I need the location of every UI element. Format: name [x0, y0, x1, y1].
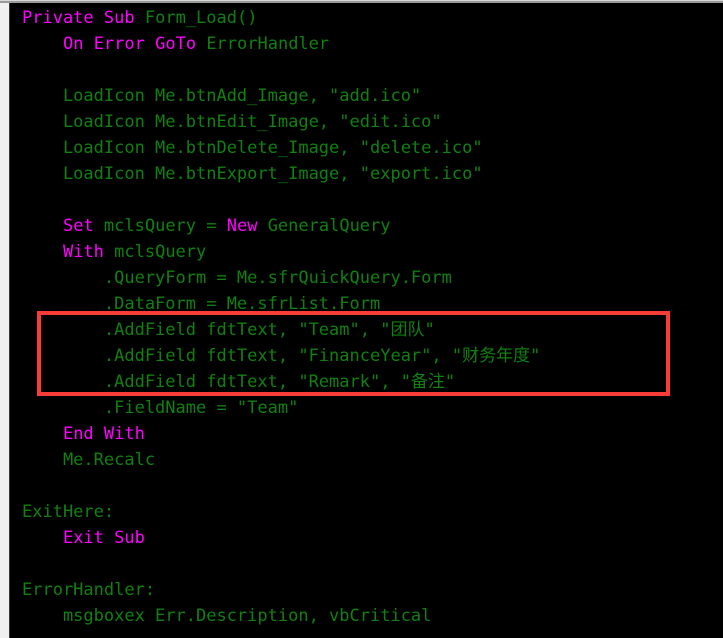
code-token: LoadIcon Me.btnExport_Image, "export.ico… [22, 164, 483, 184]
code-line: LoadIcon Me.btnEdit_Image, "edit.ico" [22, 109, 540, 135]
code-token: .QueryForm = Me.sfrQuickQuery.Form [22, 268, 452, 288]
code-token: .DataForm = Me.sfrList.Form [22, 294, 381, 314]
code-line: .QueryForm = Me.sfrQuickQuery.Form [22, 265, 540, 291]
code-line: End With [22, 421, 540, 447]
code-line: .AddField fdtText, "Team", "团队" [22, 317, 540, 343]
code-token: GoTo [155, 34, 197, 54]
code-line [22, 57, 540, 83]
code-token: .AddField fdtText, "FinanceYear", "财务年度" [22, 346, 541, 366]
code-token: Form_Load() [144, 8, 258, 28]
code-line [22, 187, 540, 213]
code-text-block: Private Sub Form_Load() On Error GoTo Er… [22, 5, 540, 629]
code-token: LoadIcon Me.btnEdit_Image, "edit.ico" [22, 112, 442, 132]
code-line: .AddField fdtText, "Remark", "备注" [22, 369, 540, 395]
code-line: Set mclsQuery = New GeneralQuery [22, 213, 540, 239]
code-token: ExitHere: [22, 502, 115, 522]
code-line: .DataForm = Me.sfrList.Form [22, 291, 540, 317]
code-token: Private [22, 8, 94, 28]
code-token: .AddField fdtText, "Remark", "备注" [22, 372, 456, 392]
code-token: msgboxex Err.Description, vbCritical [22, 606, 432, 626]
code-line: With mclsQuery [22, 239, 540, 265]
code-line: .FieldName = "Team" [22, 395, 540, 421]
code-token: Error [93, 34, 145, 54]
code-line: Exit Sub [22, 525, 540, 551]
code-line: ExitHere: [22, 499, 540, 525]
code-line: .AddField fdtText, "FinanceYear", "财务年度" [22, 343, 540, 369]
code-token: GeneralQuery [257, 216, 391, 236]
code-line: msgboxex Err.Description, vbCritical [22, 603, 540, 629]
code-line: LoadIcon Me.btnDelete_Image, "delete.ico… [22, 135, 540, 161]
code-token: Sub [114, 528, 145, 548]
code-token: On [62, 34, 84, 54]
code-line [22, 551, 540, 577]
code-token: With [62, 242, 104, 262]
code-token: Me.Recalc [22, 450, 156, 470]
code-token: New [226, 216, 258, 236]
code-token: mclsQuery [103, 242, 207, 262]
code-token: Sub [103, 8, 135, 28]
code-token: ErrorHandler [196, 34, 330, 54]
editor-gutter-divider [9, 0, 10, 638]
code-token: .AddField fdtText, "Team", "团队" [22, 320, 435, 340]
code-screenshot: Private Sub Form_Load() On Error GoTo Er… [0, 0, 723, 638]
code-line: Me.Recalc [22, 447, 540, 473]
code-line: ErrorHandler: [22, 577, 540, 603]
code-line [22, 473, 540, 499]
editor-left-gutter [0, 0, 9, 638]
code-line: LoadIcon Me.btnExport_Image, "export.ico… [22, 161, 540, 187]
code-token: mclsQuery = [93, 216, 227, 236]
window-top-highlight [0, 0, 723, 1]
code-line: On Error GoTo ErrorHandler [22, 31, 540, 57]
code-line: Private Sub Form_Load() [22, 5, 540, 31]
code-editor-surface[interactable]: Private Sub Form_Load() On Error GoTo Er… [10, 3, 723, 638]
code-token: .FieldName = "Team" [22, 398, 299, 418]
code-token: LoadIcon Me.btnDelete_Image, "delete.ico… [22, 138, 483, 158]
code-token: Exit [62, 528, 104, 548]
code-token: ErrorHandler: [22, 580, 156, 600]
code-token: End With [62, 424, 145, 444]
code-line: LoadIcon Me.btnAdd_Image, "add.ico" [22, 83, 540, 109]
code-token: LoadIcon Me.btnAdd_Image, "add.ico" [22, 86, 422, 106]
code-token: Set [62, 216, 94, 236]
